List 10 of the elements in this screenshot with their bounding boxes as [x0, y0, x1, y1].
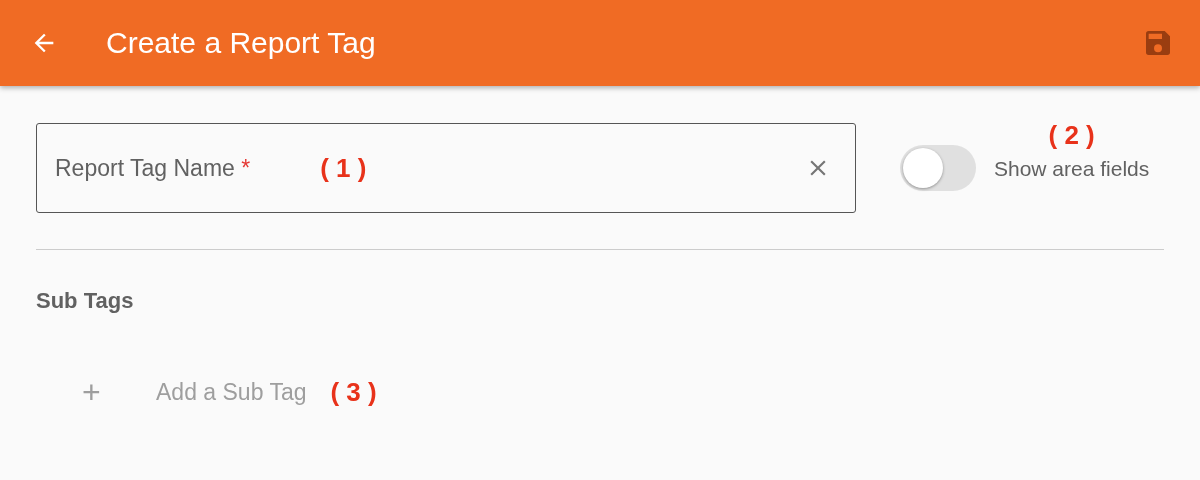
toggle-label: Show area fields [994, 156, 1150, 181]
annotation-number: ( 2 ) [1048, 119, 1095, 151]
annotation-number: ( 3 ) [330, 376, 377, 408]
tag-name-field[interactable]: Report Tag Name * ( 1 ) [36, 123, 856, 213]
switch-thumb [903, 148, 943, 188]
annotation-number: ( 1 ) [320, 152, 367, 184]
section-heading: Sub Tags [36, 288, 135, 314]
field-label: Report Tag Name * [55, 154, 251, 182]
toggle-switch[interactable] [900, 145, 976, 191]
page-title: Create a Report Tag [106, 26, 377, 60]
